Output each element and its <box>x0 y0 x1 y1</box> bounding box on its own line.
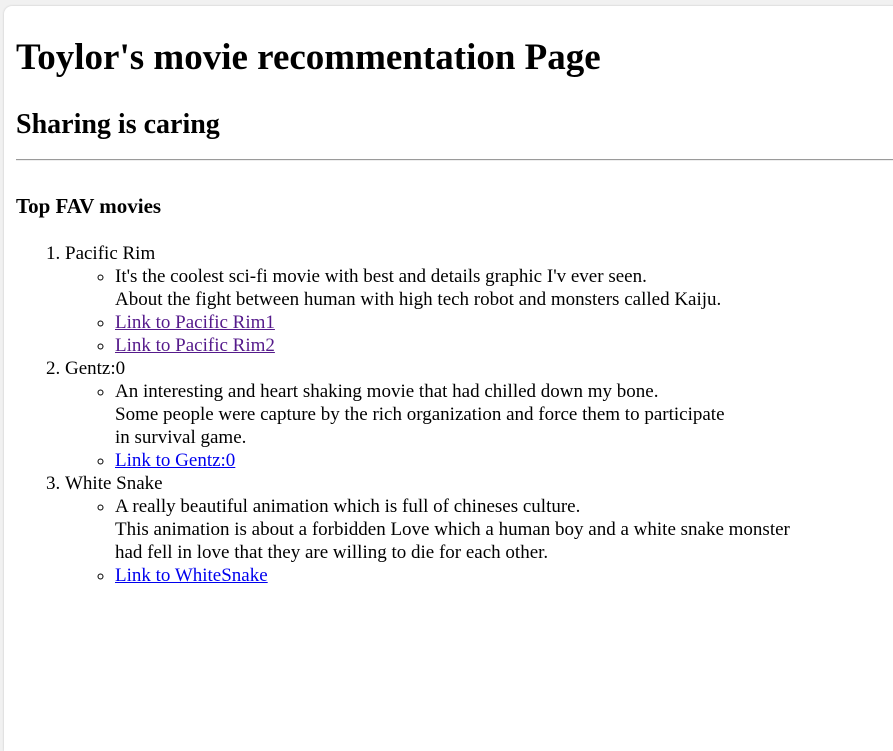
movie-name: Gentz:0 <box>65 358 126 379</box>
section-title: Top FAV movies <box>16 194 162 218</box>
link-gentz[interactable]: Link to Gentz:0 <box>115 450 235 471</box>
description-line: A really beautiful animation which is fu… <box>115 496 581 517</box>
link-pacific-rim-1[interactable]: Link to Pacific Rim1 <box>115 312 275 333</box>
page-subtitle: Sharing is caring <box>16 109 220 140</box>
link-white-snake[interactable]: Link to WhiteSnake <box>115 565 268 586</box>
movie-link-item: Link to Pacific Rim1 <box>115 311 790 334</box>
description-line: An interesting and heart shaking movie t… <box>115 381 659 402</box>
browser-page: Toylor's movie recommentation Page Shari… <box>4 6 893 751</box>
movie-details: A really beautiful animation which is fu… <box>65 495 790 587</box>
movie-name: Pacific Rim <box>65 243 156 264</box>
description-line: This animation is about a forbidden Love… <box>115 519 790 540</box>
movie-details: It's the coolest sci-fi movie with best … <box>65 265 790 357</box>
description-line: had fell in love that they are willing t… <box>115 542 549 563</box>
description-line: About the fight between human with high … <box>115 289 722 310</box>
movie-description: A really beautiful animation which is fu… <box>115 495 790 564</box>
movie-link-item: Link to Pacific Rim2 <box>115 334 790 357</box>
movie-link-item: Link to WhiteSnake <box>115 564 790 587</box>
movie-item-gentz: Gentz:0 An interesting and heart shaking… <box>65 357 790 472</box>
movie-link-item: Link to Gentz:0 <box>115 449 790 472</box>
movie-description: An interesting and heart shaking movie t… <box>115 380 790 449</box>
description-line: It's the coolest sci-fi movie with best … <box>115 266 647 287</box>
page-title: Toylor's movie recommentation Page <box>16 37 601 78</box>
movie-list: Pacific Rim It's the coolest sci-fi movi… <box>16 242 790 587</box>
movie-item-pacific-rim: Pacific Rim It's the coolest sci-fi movi… <box>65 242 790 357</box>
description-line: in survival game. <box>115 427 247 448</box>
movie-item-white-snake: White Snake A really beautiful animation… <box>65 472 790 587</box>
movie-details: An interesting and heart shaking movie t… <box>65 380 790 472</box>
link-pacific-rim-2[interactable]: Link to Pacific Rim2 <box>115 335 275 356</box>
horizontal-divider <box>16 159 893 161</box>
description-line: Some people were capture by the rich org… <box>115 404 725 425</box>
movie-description: It's the coolest sci-fi movie with best … <box>115 265 790 311</box>
movie-name: White Snake <box>65 473 163 494</box>
